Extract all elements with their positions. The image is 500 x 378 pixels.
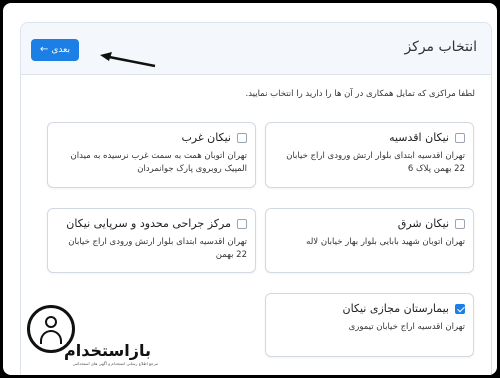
center-option-shargh[interactable]: نیکان شرق تهران اتوبان شهید بابایی بلوار… [265, 208, 474, 273]
center-address: تهران اقدسیه ابتدای بلوار ارتش ورودی ارا… [286, 151, 465, 175]
center-name: نیکان اقدسیه [389, 131, 449, 144]
annotation-arrow-icon [100, 52, 156, 68]
center-address: تهران اقدسیه اراج خیابان تیموری [348, 322, 465, 332]
center-option-gharb[interactable]: نیکان غرب تهران اتوبان همت به سمت غرب نر… [47, 122, 256, 188]
next-button[interactable]: بعدی ← [31, 39, 79, 61]
page-title: انتخاب مرکز [404, 39, 477, 55]
watermark-brand: بازاستخدام [64, 341, 151, 360]
center-name: نیکان شرق [397, 217, 449, 230]
screenshot-frame: انتخاب مرکز بعدی ← لطفا مراکزی که تمایل … [3, 3, 497, 375]
center-name: بیمارستان مجازی نیکان [342, 302, 449, 315]
checkbox[interactable] [455, 218, 465, 229]
card-header: انتخاب مرکز بعدی ← [21, 23, 491, 75]
checkbox[interactable] [237, 218, 247, 229]
center-address: تهران اقدسیه ابتدای بلوار ارتش ورودی ارا… [68, 237, 247, 261]
center-selection-card: انتخاب مرکز بعدی ← لطفا مراکزی که تمایل … [20, 22, 492, 375]
arrow-left-icon: ← [40, 44, 49, 55]
watermark-subtitle: مرجع اطلاع رسانی استخدام و آگهی های استخ… [72, 361, 158, 366]
checkbox[interactable] [455, 132, 465, 143]
next-button-label: بعدی [51, 45, 71, 55]
center-option-aqdasieh[interactable]: نیکان اقدسیه تهران اقدسیه ابتدای بلوار ا… [265, 122, 474, 188]
instruction-text: لطفا مراکزی که تمایل همکاری در آن ها را … [245, 89, 476, 99]
checkbox[interactable] [237, 132, 247, 143]
checkbox-checked[interactable] [455, 303, 465, 314]
center-name: نیکان غرب [181, 131, 231, 144]
center-address: تهران اتوبان همت به سمت غرب نرسیده به می… [70, 151, 247, 175]
center-address: تهران اتوبان شهید بابایی بلوار بهار خیاب… [306, 237, 465, 247]
center-option-virtual-hospital[interactable]: بیمارستان مجازی نیکان تهران اقدسیه اراج … [265, 293, 474, 357]
center-option-surgery[interactable]: مرکز جراحی محدود و سرپایی نیکان تهران اق… [47, 208, 256, 273]
center-name: مرکز جراحی محدود و سرپایی نیکان [66, 217, 231, 230]
